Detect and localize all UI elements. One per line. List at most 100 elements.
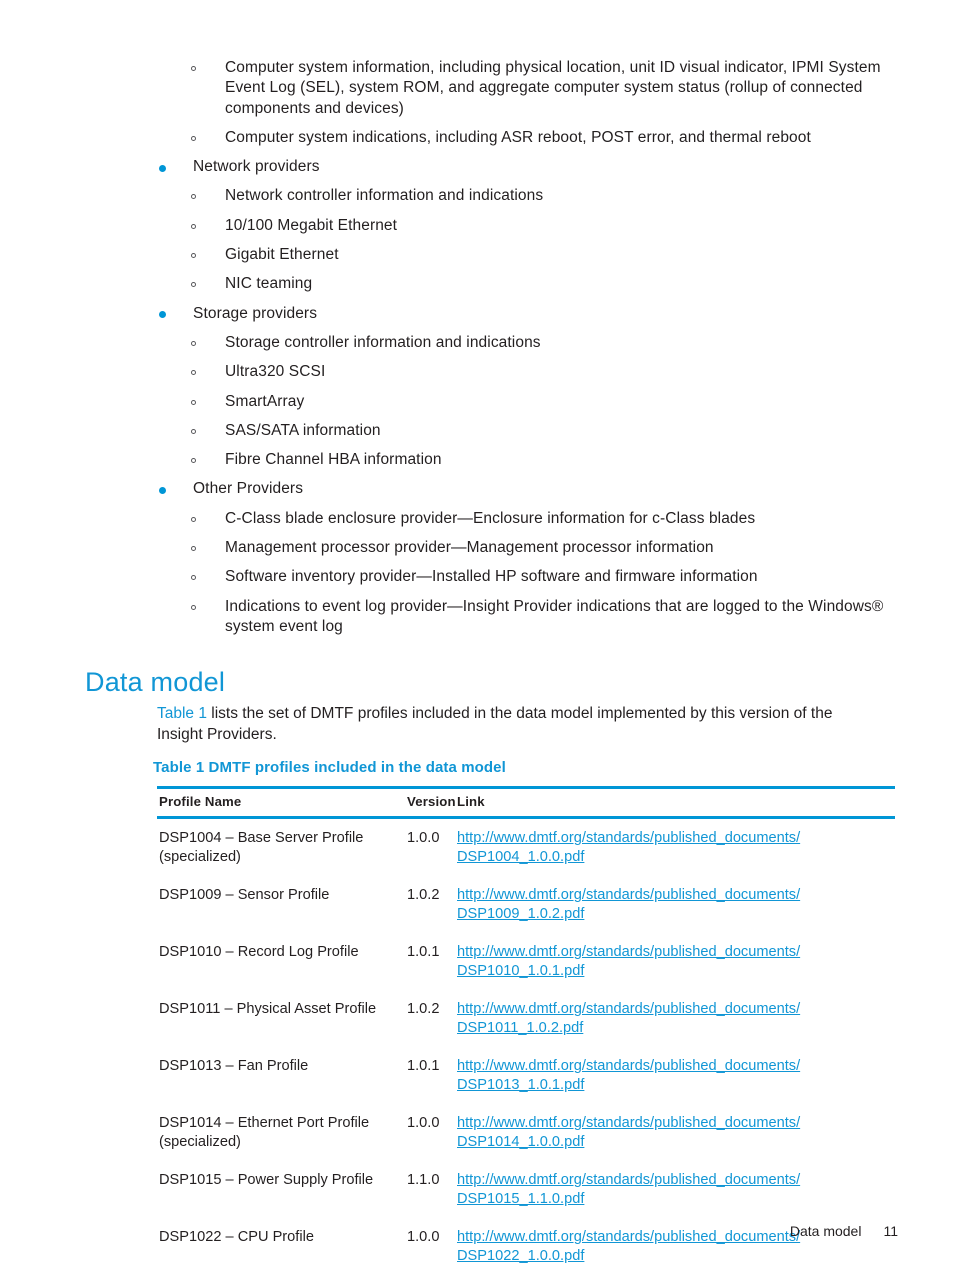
profile-document-link[interactable]: http://www.dmtf.org/standards/published_… xyxy=(457,886,893,924)
link-line-2: DSP1004_1.0.0.pdf xyxy=(457,849,585,865)
bullet-item-level2: Computer system information, including p… xyxy=(0,58,954,119)
bullet-circle-icon xyxy=(191,458,196,464)
column-header-version: Version xyxy=(405,786,456,819)
bullet-item-text: Fibre Channel HBA information xyxy=(225,451,442,469)
cell-link: http://www.dmtf.org/standards/published_… xyxy=(455,818,895,877)
link-line-1: http://www.dmtf.org/standards/published_… xyxy=(457,1001,801,1017)
cell-version: 1.0.0 xyxy=(407,1115,440,1131)
bullet-item-level1: Storage providers xyxy=(0,304,954,324)
link-line-1: http://www.dmtf.org/standards/published_… xyxy=(457,1058,801,1074)
profile-document-link[interactable]: http://www.dmtf.org/standards/published_… xyxy=(457,1171,893,1209)
bullet-item-text: NIC teaming xyxy=(225,275,313,293)
bullet-item-text: Network controller information and indic… xyxy=(225,187,544,205)
table-row: DSP1015 – Power Supply Profile 1.1.0 http:… xyxy=(157,1161,895,1218)
bullet-circle-icon xyxy=(191,223,196,229)
cell-version: 1.0.2 xyxy=(407,887,440,903)
bullet-circle-icon xyxy=(191,399,196,405)
table-1-crossref-link[interactable]: Table 1 xyxy=(157,705,207,722)
link-line-2: DSP1010_1.0.1.pdf xyxy=(457,963,585,979)
table-row: DSP1013 – Fan Profile 1.0.1 http://www.dmt… xyxy=(157,1047,895,1104)
profile-document-link[interactable]: http://www.dmtf.org/standards/published_… xyxy=(457,943,893,981)
bullet-circle-icon xyxy=(191,370,196,376)
link-line-2: DSP1011_1.0.2.pdf xyxy=(457,1020,584,1036)
bullet-circle-icon xyxy=(191,253,196,259)
bullet-item-level2: Ultra320 SCSI xyxy=(0,362,954,382)
table-header-row: Profile Name Version Link xyxy=(157,786,895,819)
bullet-item-level2: NIC teaming xyxy=(0,274,954,294)
bullet-dot-icon xyxy=(159,486,166,494)
bullet-circle-icon xyxy=(191,135,196,141)
profile-document-link[interactable]: http://www.dmtf.org/standards/published_… xyxy=(457,1000,893,1038)
table-row: DSP1011 – Physical Asset Profile 1.0.2 htt… xyxy=(157,990,895,1047)
bullet-circle-icon xyxy=(191,516,196,522)
link-line-2: DSP1009_1.0.2.pdf xyxy=(457,906,585,922)
bullet-item-level2: Network controller information and indic… xyxy=(0,186,954,206)
page-footer: Data model 11 xyxy=(790,1222,898,1240)
cell-link: http://www.dmtf.org/standards/published_… xyxy=(455,1161,895,1218)
cell-link: http://www.dmtf.org/standards/published_… xyxy=(455,933,895,990)
bullet-item-text: SAS/SATA information xyxy=(225,421,381,439)
cell-version: 1.0.0 xyxy=(407,1229,440,1245)
bullet-item-level2: 10/100 Megabit Ethernet xyxy=(0,216,954,236)
bullet-item-level2: Software inventory provider—Installed HP… xyxy=(0,567,954,587)
bullet-item-text: Other Providers xyxy=(193,480,304,498)
cell-profile-name: DSP1009 – Sensor Profile xyxy=(159,887,330,903)
cell-profile-name: DSP1011 – Physical Asset Profile xyxy=(159,1001,377,1017)
dmtf-profiles-table: Profile Name Version Link DSP1004 – Base… xyxy=(157,786,895,1271)
link-line-1: http://www.dmtf.org/standards/published_… xyxy=(457,830,801,846)
provider-feature-list: Computer system information, including p… xyxy=(0,58,954,646)
bullet-item-level2: Indications to event log provider—Insigh… xyxy=(0,597,954,638)
cell-profile-name: DSP1010 – Record Log Profile xyxy=(159,944,359,960)
link-line-2: DSP1015_1.1.0.pdf xyxy=(457,1191,585,1207)
bullet-item-level2: Gigabit Ethernet xyxy=(0,245,954,265)
bullet-circle-icon xyxy=(191,66,196,71)
bullet-item-text: Computer system information, including p… xyxy=(225,59,881,117)
link-line-1: http://www.dmtf.org/standards/published_… xyxy=(457,1115,801,1131)
bullet-item-text: Gigabit Ethernet xyxy=(225,246,339,264)
dmtf-profiles-table-wrapper: Profile Name Version Link DSP1004 – Base… xyxy=(157,786,895,1271)
bullet-item-text: Computer system indications, including A… xyxy=(225,128,811,146)
table-row: DSP1004 – Base Server Profile (specializ… xyxy=(157,818,895,877)
bullet-dot-icon xyxy=(159,311,166,319)
cell-version: 1.0.2 xyxy=(407,1001,440,1017)
bullet-item-level1: Other Providers xyxy=(0,479,954,499)
profile-document-link[interactable]: http://www.dmtf.org/standards/published_… xyxy=(457,1057,893,1095)
table-row: DSP1014 – Ethernet Port Profile (special… xyxy=(157,1104,895,1161)
cell-version: 1.0.0 xyxy=(407,830,440,846)
bullet-item-text: Ultra320 SCSI xyxy=(225,363,326,381)
profile-document-link[interactable]: http://www.dmtf.org/standards/published_… xyxy=(457,829,893,867)
column-header-link: Link xyxy=(455,786,895,819)
bullet-item-level2: C-Class blade enclosure provider—Enclosu… xyxy=(0,509,954,529)
link-line-2: DSP1014_1.0.0.pdf xyxy=(457,1134,585,1150)
cell-profile-name: DSP1015 – Power Supply Profile xyxy=(159,1172,374,1188)
bullet-item-text: Network providers xyxy=(193,158,320,176)
intro-paragraph-text: lists the set of DMTF profiles included … xyxy=(157,705,833,743)
cell-profile-name: DSP1014 – Ethernet Port Profile (special… xyxy=(159,1115,370,1150)
bullet-item-text: Management processor provider—Management… xyxy=(225,539,714,557)
cell-version: 1.0.1 xyxy=(407,1058,440,1074)
cell-profile-name: DSP1004 – Base Server Profile (specializ… xyxy=(159,830,364,865)
table-row: DSP1010 – Record Log Profile 1.0.1 http://… xyxy=(157,933,895,990)
bullet-item-text: Storage controller information and indic… xyxy=(225,333,541,351)
intro-paragraph: Table 1 lists the set of DMTF profiles i… xyxy=(157,704,879,745)
bullet-item-text: 10/100 Megabit Ethernet xyxy=(225,216,398,234)
bullet-circle-icon xyxy=(191,604,196,610)
link-line-2: DSP1022_1.0.0.pdf xyxy=(457,1248,585,1264)
profile-document-link[interactable]: http://www.dmtf.org/standards/published_… xyxy=(457,1114,893,1152)
link-line-1: http://www.dmtf.org/standards/published_… xyxy=(457,1172,801,1188)
bullet-dot-icon xyxy=(159,164,166,172)
bullet-item-text: C-Class blade enclosure provider—Enclosu… xyxy=(225,509,756,527)
document-page: Computer system information, including p… xyxy=(0,0,954,1271)
cell-version: 1.1.0 xyxy=(407,1172,440,1188)
cell-link: http://www.dmtf.org/standards/published_… xyxy=(455,1104,895,1161)
bullet-circle-icon xyxy=(191,546,196,552)
bullet-item-text: Software inventory provider—Installed HP… xyxy=(225,568,758,586)
cell-profile-name: DSP1022 – CPU Profile xyxy=(159,1229,314,1245)
column-header-profile-name: Profile Name xyxy=(157,786,405,819)
cell-profile-name: DSP1013 – Fan Profile xyxy=(159,1058,309,1074)
bullet-circle-icon xyxy=(191,575,196,581)
bullet-item-level1: Network providers xyxy=(0,157,954,177)
bullet-circle-icon xyxy=(191,194,196,200)
cell-link: http://www.dmtf.org/standards/published_… xyxy=(455,1047,895,1104)
cell-link: http://www.dmtf.org/standards/published_… xyxy=(455,876,895,933)
